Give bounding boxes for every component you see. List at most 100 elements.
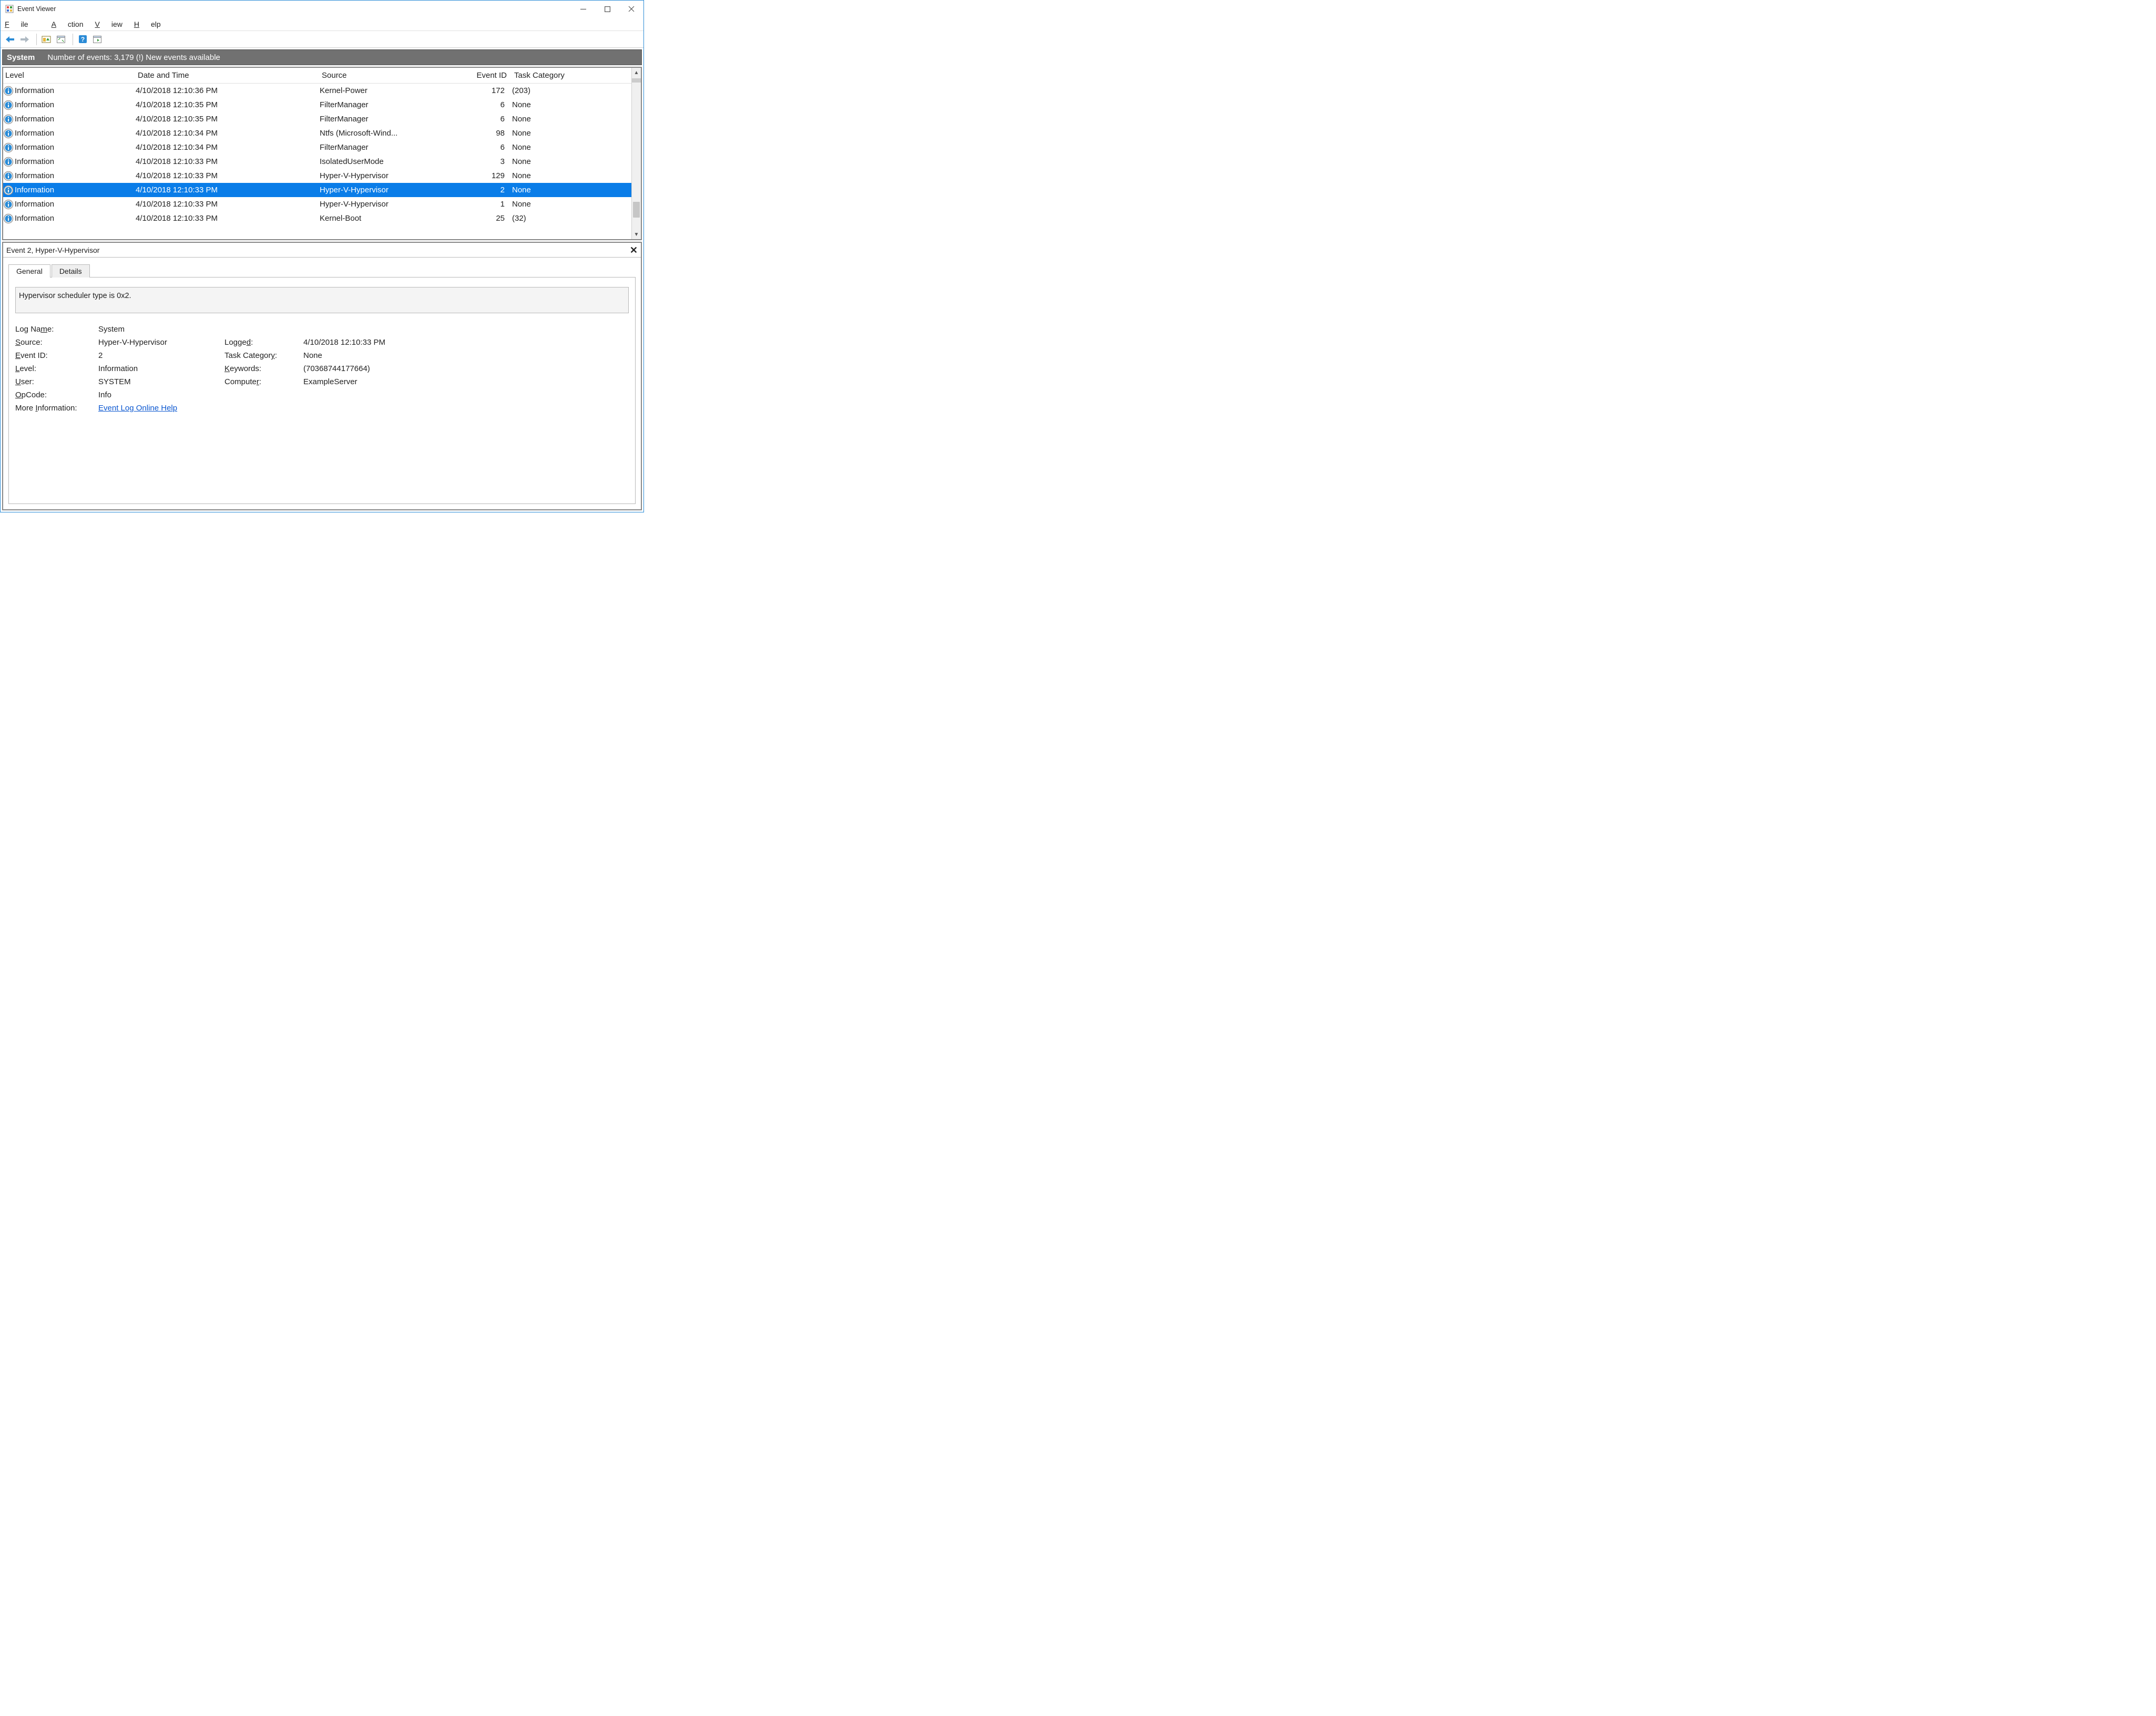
table-row[interactable]: Information 4/10/2018 12:10:36 PMKernel-P… bbox=[3, 84, 631, 98]
table-scrollbar[interactable]: ▲ ▼ bbox=[631, 68, 641, 239]
table-row[interactable]: Information4/10/2018 12:10:33 PMHyper-V-… bbox=[3, 197, 631, 211]
cell-task: None bbox=[510, 100, 631, 109]
cell-task: None bbox=[510, 171, 631, 180]
cell-task: (32) bbox=[510, 214, 631, 223]
detail-title: Event 2, Hyper-V-Hypervisor bbox=[6, 246, 99, 254]
cell-level: Information bbox=[15, 200, 54, 209]
detail-body: Hypervisor scheduler type is 0x2. Log Na… bbox=[8, 277, 636, 504]
close-button[interactable] bbox=[619, 1, 643, 17]
scroll-down-icon[interactable]: ▼ bbox=[632, 230, 641, 239]
info-icon bbox=[3, 128, 14, 139]
show-tree-button[interactable] bbox=[40, 33, 53, 46]
cell-date: 4/10/2018 12:10:34 PM bbox=[136, 143, 320, 152]
detail-close-icon[interactable]: ✕ bbox=[630, 245, 638, 255]
cell-date: 4/10/2018 12:10:35 PM bbox=[136, 100, 320, 109]
val-source: Hyper-V-Hypervisor bbox=[98, 338, 224, 347]
cell-level: Information bbox=[15, 129, 54, 138]
title-bar: Event Viewer bbox=[1, 1, 643, 17]
header-level[interactable]: Level bbox=[5, 71, 138, 80]
lbl-source: Source: bbox=[15, 338, 98, 347]
menu-view[interactable]: View bbox=[95, 20, 122, 28]
cell-task: None bbox=[510, 200, 631, 209]
app-icon bbox=[5, 4, 14, 14]
info-icon bbox=[3, 100, 14, 110]
table-row[interactable]: Information4/10/2018 12:10:33 PMIsolated… bbox=[3, 155, 631, 169]
cell-date: 4/10/2018 12:10:35 PM bbox=[136, 115, 320, 124]
maximize-button[interactable] bbox=[595, 1, 619, 17]
table-row[interactable]: Information 4/10/2018 12:10:34 PMNtfs (Mi… bbox=[3, 126, 631, 140]
lbl-eventid: Event ID: bbox=[15, 351, 98, 360]
cell-eventid: 172 bbox=[462, 86, 510, 95]
cell-task: None bbox=[510, 186, 631, 194]
cell-level: Information bbox=[15, 171, 54, 180]
event-detail-pane: Event 2, Hyper-V-Hypervisor ✕ General De… bbox=[2, 242, 642, 510]
cell-source: Hyper-V-Hypervisor bbox=[320, 186, 462, 194]
back-button[interactable] bbox=[4, 33, 16, 46]
cell-date: 4/10/2018 12:10:36 PM bbox=[136, 86, 320, 95]
cell-level: Information bbox=[15, 115, 54, 124]
help-button[interactable]: ? bbox=[76, 33, 89, 46]
cell-eventid: 6 bbox=[462, 115, 510, 124]
minimize-button[interactable] bbox=[571, 1, 595, 17]
menu-help[interactable]: Help bbox=[134, 20, 161, 28]
info-icon bbox=[3, 157, 14, 167]
table-row[interactable]: Information4/10/2018 12:10:34 PMFilterMa… bbox=[3, 140, 631, 155]
log-name-label: System bbox=[7, 53, 35, 62]
cell-source: Kernel-Boot bbox=[320, 214, 462, 223]
scroll-up-icon[interactable]: ▲ bbox=[632, 68, 641, 77]
info-icon bbox=[3, 86, 14, 96]
menu-file[interactable]: File bbox=[5, 20, 40, 28]
cell-date: 4/10/2018 12:10:34 PM bbox=[136, 129, 320, 138]
cell-source: Hyper-V-Hypervisor bbox=[320, 200, 462, 209]
header-task[interactable]: Task Category bbox=[512, 71, 631, 80]
lbl-opcode: OpCode: bbox=[15, 391, 98, 399]
cell-date: 4/10/2018 12:10:33 PM bbox=[136, 214, 320, 223]
detail-tabs: General Details bbox=[8, 264, 641, 277]
cell-eventid: 6 bbox=[462, 143, 510, 152]
scroll-thumb[interactable] bbox=[633, 202, 640, 218]
val-level: Information bbox=[98, 364, 224, 373]
val-logname: System bbox=[98, 325, 629, 334]
table-row[interactable]: Information4/10/2018 12:10:33 PMHyper-V-… bbox=[3, 169, 631, 183]
table-header-row: Level Date and Time Source Event ID Task… bbox=[3, 68, 631, 84]
val-user: SYSTEM bbox=[98, 377, 224, 386]
cell-source: Hyper-V-Hypervisor bbox=[320, 171, 462, 180]
info-icon bbox=[3, 171, 14, 181]
link-event-log-help[interactable]: Event Log Online Help bbox=[98, 404, 177, 413]
info-icon bbox=[3, 199, 14, 210]
header-date[interactable]: Date and Time bbox=[138, 71, 322, 80]
tab-details[interactable]: Details bbox=[52, 264, 90, 278]
val-computer: ExampleServer bbox=[303, 377, 629, 386]
table-row[interactable]: Information4/10/2018 12:10:33 PMKernel-B… bbox=[3, 211, 631, 225]
table-row[interactable]: Information4/10/2018 12:10:35 PMFilterMa… bbox=[3, 98, 631, 112]
cell-level: Information bbox=[15, 100, 54, 109]
menu-action[interactable]: Action bbox=[52, 20, 84, 28]
tab-general[interactable]: General bbox=[8, 264, 50, 278]
lbl-keywords: Keywords: bbox=[224, 364, 303, 373]
table-row[interactable]: Information4/10/2018 12:10:33 PMHyper-V-… bbox=[3, 183, 631, 197]
cell-eventid: 6 bbox=[462, 100, 510, 109]
cell-task: None bbox=[510, 143, 631, 152]
svg-text:?: ? bbox=[80, 36, 84, 43]
cell-level: Information bbox=[15, 86, 54, 95]
cell-eventid: 129 bbox=[462, 171, 510, 180]
cell-source: FilterManager bbox=[320, 115, 462, 124]
cell-source: Ntfs (Microsoft-Wind... bbox=[320, 129, 462, 138]
info-icon bbox=[3, 142, 14, 153]
cell-source: Kernel-Power bbox=[320, 86, 462, 95]
header-eventid[interactable]: Event ID bbox=[464, 71, 512, 80]
properties-button[interactable] bbox=[55, 33, 67, 46]
info-icon bbox=[3, 185, 14, 196]
window-title: Event Viewer bbox=[17, 5, 56, 13]
table-row[interactable]: Information 4/10/2018 12:10:35 PMFilterMa… bbox=[3, 112, 631, 126]
event-count-label: Number of events: 3,179 (!) New events a… bbox=[47, 53, 220, 62]
event-message: Hypervisor scheduler type is 0x2. bbox=[15, 287, 629, 313]
forward-button[interactable] bbox=[18, 33, 31, 46]
refresh-button[interactable] bbox=[91, 33, 104, 46]
scroll-thumb-top[interactable] bbox=[631, 78, 641, 83]
val-eventid: 2 bbox=[98, 351, 224, 360]
header-source[interactable]: Source bbox=[322, 71, 464, 80]
cell-task: None bbox=[510, 157, 631, 166]
info-icon bbox=[3, 213, 14, 224]
cell-level: Information bbox=[15, 186, 54, 194]
